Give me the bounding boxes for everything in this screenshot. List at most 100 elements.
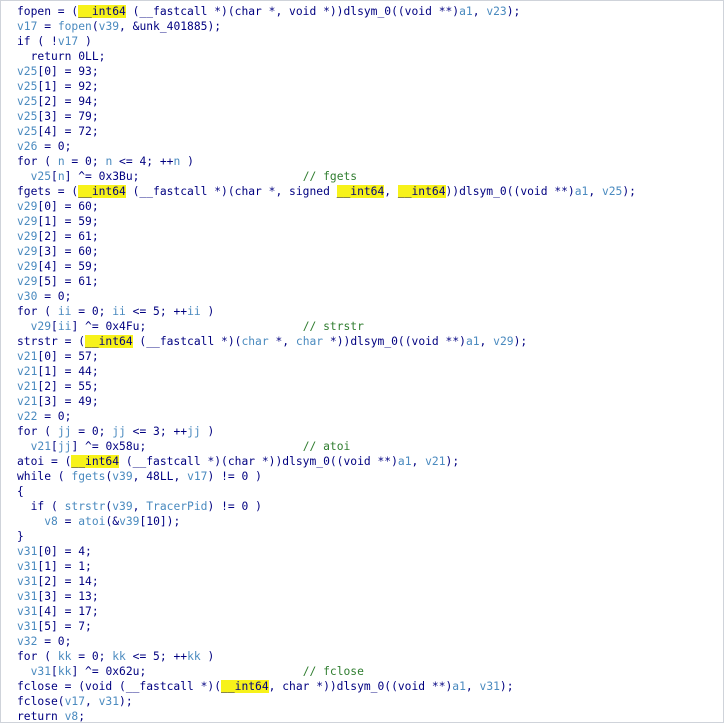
code-token: v29 — [17, 215, 38, 228]
code-token: [3] = 79; — [37, 110, 99, 123]
code-line[interactable]: if ( strstr(v39, TracerPid) != 0 ) — [17, 499, 723, 514]
code-line[interactable]: v32 = 0; — [17, 634, 723, 649]
code-line[interactable]: fgets = (__int64 (__fastcall *)(char *, … — [17, 184, 723, 199]
code-line[interactable]: v26 = 0; — [17, 139, 723, 154]
code-line[interactable]: v21[2] = 55; — [17, 379, 723, 394]
code-token: ); — [499, 680, 514, 693]
code-line[interactable]: v29[1] = 59; — [17, 214, 723, 229]
code-token: (__fastcall *)(char *, void *))dlsym_0((… — [125, 5, 460, 18]
code-token: v39 — [119, 515, 140, 528]
code-line[interactable]: v8 = atoi(&v39[10]); — [17, 514, 723, 529]
code-line[interactable]: v21[3] = 49; — [17, 394, 723, 409]
code-line[interactable]: for ( ii = 0; ii <= 5; ++ii ) — [17, 304, 723, 319]
code-token: ) != 0 ) — [207, 500, 262, 513]
code-line[interactable]: for ( jj = 0; jj <= 3; ++jj ) — [17, 424, 723, 439]
code-line[interactable]: v29[4] = 59; — [17, 259, 723, 274]
code-token: ] ^= 0x3Bu; — [64, 170, 140, 183]
code-token: ) — [200, 650, 215, 663]
code-line[interactable]: v31[kk] ^= 0x62u; // fclose — [17, 664, 723, 679]
pseudocode-view[interactable]: fopen = (__int64 (__fastcall *)(char *, … — [0, 0, 724, 723]
code-line[interactable]: v29[0] = 60; — [17, 199, 723, 214]
code-line[interactable]: v31[3] = 13; — [17, 589, 723, 604]
code-line[interactable]: fopen = (__int64 (__fastcall *)(char *, … — [17, 4, 723, 19]
code-token: v21 — [17, 350, 38, 363]
code-line[interactable]: v29[ii] ^= 0x4Fu; // strstr — [17, 319, 723, 334]
code-token: [5] = 61; — [37, 275, 99, 288]
code-token: v29 — [17, 260, 38, 273]
code-line[interactable]: strstr = (__int64 (__fastcall *)(char *,… — [17, 334, 723, 349]
code-token: (__fastcall *)( — [132, 335, 242, 348]
code-token: *))dlsym_0((void **) — [323, 335, 466, 348]
highlighted-token: __int64 — [71, 455, 120, 468]
code-line[interactable]: fclose = (void (__fastcall *)(__int64, c… — [17, 679, 723, 694]
code-token: = 0; — [64, 155, 106, 168]
code-line[interactable]: v25[1] = 92; — [17, 79, 723, 94]
code-token: TracerPid — [146, 500, 208, 513]
code-line[interactable]: atoi = (__int64 (__fastcall *)(char *))d… — [17, 454, 723, 469]
code-line[interactable]: v25[2] = 94; — [17, 94, 723, 109]
code-line[interactable]: if ( !v17 ) — [17, 34, 723, 49]
code-line[interactable]: v25[0] = 93; — [17, 64, 723, 79]
code-token: [0] = 4; — [37, 545, 92, 558]
code-line[interactable]: v30 = 0; — [17, 289, 723, 304]
code-line[interactable]: v25[3] = 79; — [17, 109, 723, 124]
code-comment: // fgets — [302, 170, 358, 183]
code-line[interactable]: { — [17, 484, 723, 499]
code-line[interactable]: v31[0] = 4; — [17, 544, 723, 559]
code-token: ] ^= 0x58u; — [71, 440, 147, 453]
code-token: (& — [105, 515, 120, 528]
code-line[interactable]: return 0LL; — [17, 49, 723, 64]
code-line[interactable]: v29[5] = 61; — [17, 274, 723, 289]
code-token: v39 — [112, 500, 133, 513]
code-line[interactable]: while ( fgets(v39, 48LL, v17) != 0 ) — [17, 469, 723, 484]
code-token: v29 — [30, 320, 52, 333]
code-token: for ( — [17, 650, 58, 663]
code-token: [3] = 60; — [37, 245, 99, 258]
code-line[interactable]: v31[5] = 7; — [17, 619, 723, 634]
code-token: [0] = 60; — [37, 200, 99, 213]
code-body[interactable]: fopen = (__int64 (__fastcall *)(char *, … — [17, 4, 723, 723]
code-line[interactable]: v31[4] = 17; — [17, 604, 723, 619]
code-token: [ — [51, 320, 58, 333]
code-line[interactable]: } — [17, 529, 723, 544]
code-token: ii — [57, 320, 72, 333]
code-token: v17 — [187, 470, 208, 483]
code-line[interactable]: v21[jj] ^= 0x58u; // atoi — [17, 439, 723, 454]
code-token: = 0; — [37, 635, 72, 648]
code-line[interactable]: v21[0] = 57; — [17, 349, 723, 364]
code-line[interactable]: v17 = fopen(v39, &unk_401885); — [17, 19, 723, 34]
code-token: fopen — [57, 20, 92, 33]
code-line[interactable]: v25[n] ^= 0x3Bu; // fgets — [17, 169, 723, 184]
code-token: = 0; — [71, 305, 113, 318]
highlighted-token: __int64 — [221, 680, 269, 693]
code-token: return 0LL; — [17, 50, 106, 63]
code-line[interactable]: v21[1] = 44; — [17, 364, 723, 379]
code-token: n — [57, 155, 65, 168]
code-token: v25 — [601, 185, 623, 198]
code-line[interactable]: return v8; — [17, 709, 723, 723]
code-token: strstr = ( — [17, 335, 86, 348]
code-token: [1] = 59; — [37, 215, 99, 228]
code-line[interactable]: v25[4] = 72; — [17, 124, 723, 139]
code-token: v39 — [112, 470, 133, 483]
code-line[interactable]: for ( kk = 0; kk <= 5; ++kk ) — [17, 649, 723, 664]
code-line[interactable]: v29[3] = 60; — [17, 244, 723, 259]
code-line[interactable]: for ( n = 0; n <= 4; ++n ) — [17, 154, 723, 169]
code-token: ); — [506, 5, 521, 18]
code-token: a1 — [459, 5, 473, 18]
code-token: v25 — [17, 125, 38, 138]
code-token: ); — [445, 455, 460, 468]
code-line[interactable]: fclose(v17, v31); — [17, 694, 723, 709]
code-line[interactable]: v29[2] = 61; — [17, 229, 723, 244]
code-line[interactable]: v31[2] = 14; — [17, 574, 723, 589]
code-token: , — [588, 185, 602, 198]
code-token: v8 — [64, 710, 79, 723]
code-line[interactable]: v31[1] = 1; — [17, 559, 723, 574]
code-comment: // strstr — [302, 320, 364, 333]
code-line[interactable]: v22 = 0; — [17, 409, 723, 424]
code-token: a1 — [574, 185, 589, 198]
code-token: [0] = 93; — [37, 65, 99, 78]
